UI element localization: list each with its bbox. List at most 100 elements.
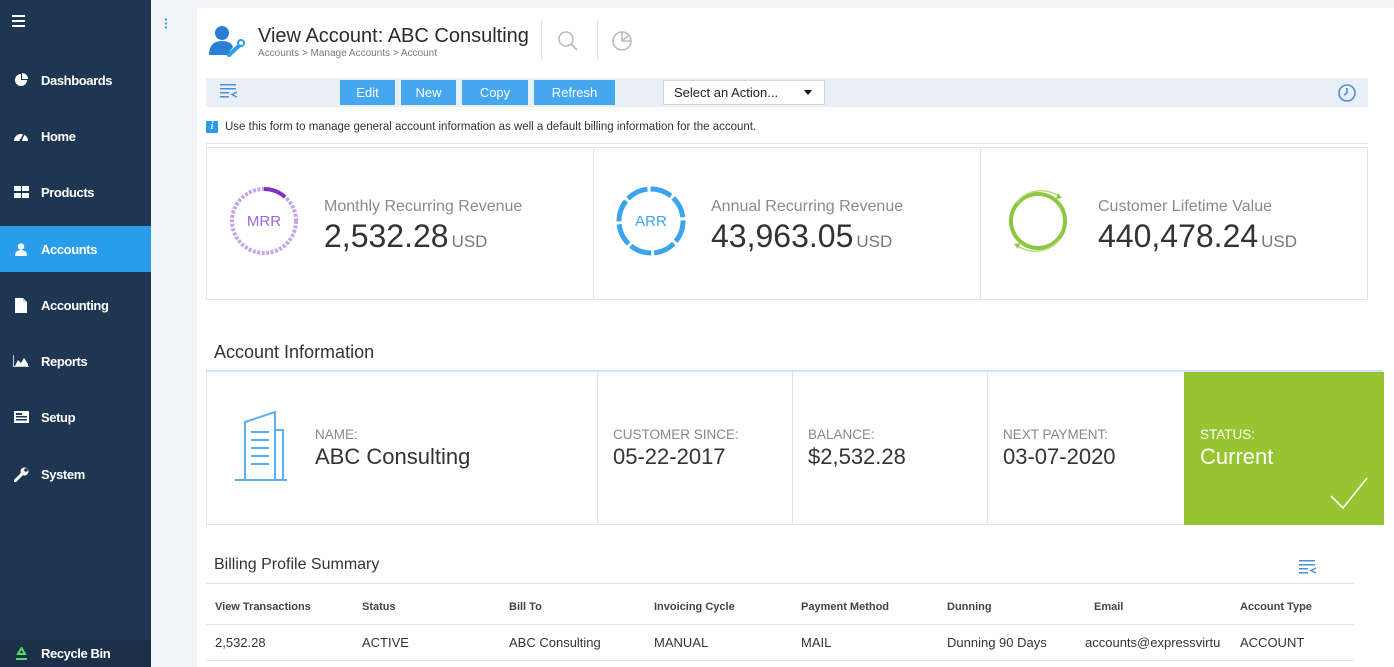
action-select-value: Select an Action... (674, 85, 779, 100)
customer-since-value: 05-22-2017 (613, 444, 726, 469)
metric-number: 440,478.24 (1098, 218, 1259, 254)
area-chart-icon (13, 353, 29, 369)
sidebar-item-system[interactable]: System (0, 451, 151, 497)
sidebar-item-products[interactable]: Products (0, 169, 151, 215)
sidebar-item-home[interactable]: Home (0, 113, 151, 159)
metric-value: 43,963.05 USD (711, 218, 892, 255)
breadcrumb: Accounts > Manage Accounts > Account (258, 48, 438, 59)
metric-value: 2,532.28 USD (324, 218, 487, 255)
user-icon (13, 241, 29, 257)
next-payment-label: NEXT PAYMENT: (1003, 427, 1109, 442)
page-title: View Account: ABC Consulting (258, 25, 529, 47)
balance-cell: BALANCE: $2,532.28 (793, 372, 988, 525)
billing-profile-title: Billing Profile Summary (214, 556, 380, 573)
metric-label: Annual Recurring Revenue (711, 198, 904, 215)
table-cell: ACTIVE (362, 635, 409, 650)
column-header[interactable]: Email (1094, 601, 1123, 613)
main-content: View Account: ABC Consulting Accounts > … (197, 8, 1394, 667)
sidebar-item-label: Reports (41, 353, 88, 369)
table-cell: accounts@expressvirtu (1085, 635, 1221, 650)
pie-chart-icon[interactable] (611, 30, 633, 57)
customer-since-cell: CUSTOMER SINCE: 05-22-2017 (598, 372, 793, 525)
chevron-down-icon (804, 90, 812, 95)
grid-icon (13, 184, 29, 200)
table-cell: ABC Consulting (509, 635, 601, 650)
sidebar-item-dashboards[interactable]: Dashboards (0, 57, 151, 103)
gauge-icon (13, 128, 29, 144)
sidebar-item-label: Dashboards (41, 72, 113, 88)
metric-clv: Customer Lifetime Value 440,478.24 USD (981, 148, 1367, 299)
section-divider (206, 583, 1354, 584)
billing-table: View Transactions Status Bill To Invoici… (206, 593, 1354, 661)
metric-mrr: MRR Monthly Recurring Revenue 2,532.28 US… (207, 148, 594, 299)
menu-toggle-icon[interactable] (12, 14, 25, 32)
metric-unit: USD (451, 232, 488, 251)
table-row[interactable]: 2,532.28 ACTIVE ABC Consulting MANUAL MA… (206, 625, 1354, 661)
sidebar-item-accounting[interactable]: Accounting (0, 282, 151, 328)
table-cell: Dunning 90 Days (947, 635, 1047, 650)
column-header[interactable]: Account Type (1240, 601, 1312, 613)
metric-unit: USD (1261, 232, 1298, 251)
column-header[interactable]: Status (362, 601, 396, 613)
action-select[interactable]: Select an Action... (663, 80, 825, 105)
sidebar-item-setup[interactable]: Setup (0, 394, 151, 440)
table-cell[interactable]: 2,532.28 (215, 635, 266, 650)
sidebar-item-label: System (41, 466, 85, 482)
status-label: STATUS: (1200, 427, 1256, 442)
sidebar-item-label: Accounting (41, 297, 109, 313)
collapse-list-icon[interactable] (220, 84, 238, 104)
recycle-icon (13, 646, 29, 662)
table-cell: MAIL (801, 635, 832, 650)
history-icon[interactable] (1337, 83, 1357, 108)
edit-button[interactable]: Edit (340, 80, 395, 105)
account-name-cell: NAME: ABC Consulting (207, 372, 598, 525)
pie-chart-icon (13, 72, 29, 88)
column-header[interactable]: View Transactions (215, 601, 311, 613)
mrr-abbr: MRR (247, 213, 281, 230)
metric-label: Monthly Recurring Revenue (324, 198, 523, 215)
table-cell: MANUAL (654, 635, 709, 650)
sidebar-item-label: Home (41, 128, 76, 144)
table-header: View Transactions Status Bill To Invoici… (206, 593, 1354, 625)
account-user-icon (207, 25, 245, 62)
balance-label: BALANCE: (808, 427, 875, 442)
search-icon[interactable] (557, 30, 579, 57)
sidebar: Dashboards Home Products Accounts Accoun… (0, 0, 151, 667)
collapse-list-icon[interactable] (1299, 560, 1317, 580)
clv-ring-icon (1002, 185, 1074, 262)
next-payment-cell: NEXT PAYMENT: 03-07-2020 (988, 372, 1184, 525)
metrics-panel: MRR Monthly Recurring Revenue 2,532.28 US… (206, 147, 1368, 300)
sidebar-item-label: Accounts (41, 241, 98, 257)
checkmark-icon (1329, 476, 1369, 517)
name-label: NAME: (315, 427, 358, 442)
info-text: Use this form to manage general account … (225, 120, 757, 133)
copy-button[interactable]: Copy (462, 80, 528, 105)
sidebar-item-recycle-bin[interactable]: Recycle Bin (0, 640, 151, 667)
page-header: View Account: ABC Consulting Accounts > … (197, 8, 1394, 70)
metric-unit: USD (856, 232, 893, 251)
header-divider (597, 19, 598, 59)
more-options-icon[interactable]: · · · (164, 12, 169, 34)
column-header[interactable]: Dunning (947, 601, 992, 613)
column-header[interactable]: Bill To (509, 601, 542, 613)
table-cell: ACCOUNT (1240, 635, 1305, 650)
sidebar-item-label: Setup (41, 409, 76, 425)
new-button[interactable]: New (401, 80, 456, 105)
metric-number: 2,532.28 (324, 218, 449, 254)
building-icon (231, 410, 291, 487)
metric-label: Customer Lifetime Value (1098, 198, 1272, 215)
arr-abbr: ARR (635, 213, 667, 230)
info-icon: i (206, 120, 218, 133)
sidebar-item-reports[interactable]: Reports (0, 338, 151, 384)
refresh-button[interactable]: Refresh (534, 80, 615, 105)
column-header[interactable]: Invoicing Cycle (654, 601, 735, 613)
wrench-icon (13, 466, 29, 482)
document-icon (13, 297, 29, 313)
account-information-title: Account Information (214, 342, 375, 362)
toolbar: Edit New Copy Refresh Select an Action..… (206, 78, 1368, 107)
metric-arr: ARR Annual Recurring Revenue 43,963.05 US… (594, 148, 981, 299)
mrr-ring-icon: MRR (228, 185, 300, 262)
info-banner: i Use this form to manage general accoun… (206, 110, 1368, 144)
sidebar-item-accounts[interactable]: Accounts (0, 226, 151, 272)
column-header[interactable]: Payment Method (801, 601, 889, 613)
